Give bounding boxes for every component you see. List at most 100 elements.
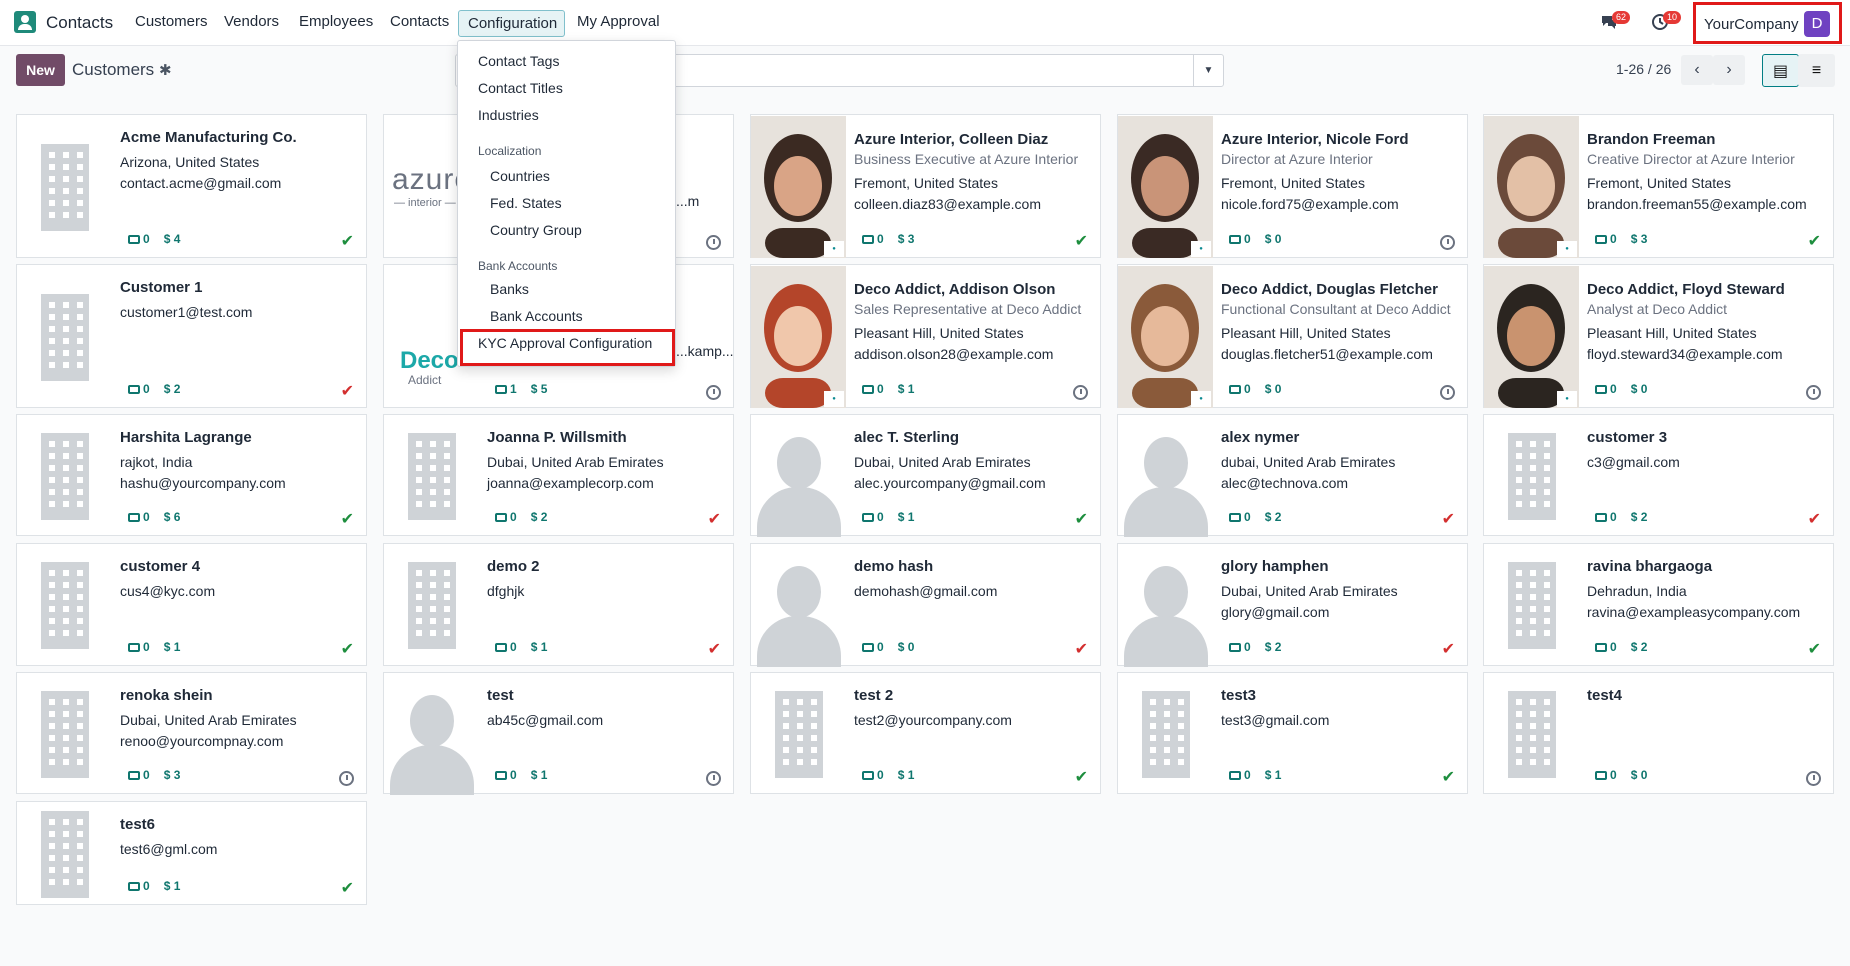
- rejected-check-icon[interactable]: ✔: [1808, 509, 1821, 529]
- contact-photo[interactable]: ●: [1484, 115, 1579, 259]
- contact-counters[interactable]: 0 $ 1: [862, 510, 914, 524]
- contact-name[interactable]: Deco Addict, Douglas Fletcher: [1221, 281, 1438, 298]
- contact-card[interactable]: test3 test3@gmail.com 0 $ 1 ✔: [1117, 672, 1468, 794]
- contact-counters[interactable]: 0 $ 1: [862, 768, 914, 782]
- menu-vendors[interactable]: Vendors: [224, 13, 279, 30]
- contact-card[interactable]: ● Brandon Freeman Creative Director at Azu…: [1483, 114, 1834, 258]
- contact-counters[interactable]: 0 $ 2: [1595, 510, 1647, 524]
- gear-icon[interactable]: ✱: [159, 61, 172, 79]
- contact-counters[interactable]: 0 $ 2: [495, 510, 547, 524]
- contact-photo[interactable]: ●: [1118, 265, 1213, 409]
- contact-counters[interactable]: 0 $ 0: [1595, 768, 1647, 782]
- contact-counters[interactable]: 0 $ 0: [1229, 232, 1281, 246]
- contact-counters[interactable]: 0 $ 0: [1229, 382, 1281, 396]
- contact-card[interactable]: test 2 test2@yourcompany.com 0 $ 1 ✔: [750, 672, 1101, 794]
- approved-check-icon[interactable]: ✔: [341, 878, 354, 898]
- contact-counters[interactable]: 0 $ 3: [128, 768, 180, 782]
- contact-counters[interactable]: 0 $ 2: [1595, 640, 1647, 654]
- approved-check-icon[interactable]: ✔: [341, 509, 354, 529]
- dropdown-banks[interactable]: Banks: [490, 281, 529, 297]
- contact-name[interactable]: Joanna P. Willsmith: [487, 429, 627, 446]
- rejected-check-icon[interactable]: ✔: [1442, 639, 1455, 659]
- contact-name[interactable]: test6: [120, 816, 155, 833]
- contact-name[interactable]: test4: [1587, 687, 1622, 704]
- rejected-check-icon[interactable]: ✔: [341, 381, 354, 401]
- contact-counters[interactable]: 0 $ 2: [128, 382, 180, 396]
- contact-card[interactable]: alec T. Sterling Dubai, United Arab Emira…: [750, 414, 1101, 537]
- contact-card[interactable]: demo hash demohash@gmail.com 0 $ 0 ✔: [750, 543, 1101, 667]
- dropdown-bank-accounts[interactable]: Bank Accounts: [490, 308, 583, 324]
- approved-check-icon[interactable]: ✔: [1075, 767, 1088, 787]
- new-button[interactable]: New: [16, 54, 65, 86]
- contact-name[interactable]: customer 3: [1587, 429, 1667, 446]
- contacts-app-icon[interactable]: [14, 11, 36, 33]
- approved-check-icon[interactable]: ✔: [1075, 509, 1088, 529]
- approved-check-icon[interactable]: ✔: [1808, 231, 1821, 251]
- dropdown-contact-titles[interactable]: Contact Titles: [478, 80, 563, 96]
- contact-name[interactable]: alec T. Sterling: [854, 429, 959, 446]
- contact-name[interactable]: Deco Addict, Addison Olson: [854, 281, 1055, 298]
- contact-counters[interactable]: 0 $ 1: [495, 768, 547, 782]
- approved-check-icon[interactable]: ✔: [341, 231, 354, 251]
- contact-card[interactable]: ● Deco Addict, Floyd Steward Analyst at De…: [1483, 264, 1834, 408]
- pending-clock-icon[interactable]: [1440, 385, 1455, 400]
- contact-name[interactable]: test3: [1221, 687, 1256, 704]
- contact-name[interactable]: Customer 1: [120, 279, 203, 296]
- menu-employees[interactable]: Employees: [299, 13, 373, 30]
- contact-counters[interactable]: 0 $ 4: [128, 232, 180, 246]
- contact-counters[interactable]: 0 $ 2: [1229, 640, 1281, 654]
- contact-name[interactable]: customer 4: [120, 558, 200, 575]
- contact-counters[interactable]: 0 $ 1: [128, 640, 180, 654]
- contact-counters[interactable]: 0 $ 1: [862, 382, 914, 396]
- contact-name[interactable]: Acme Manufacturing Co.: [120, 129, 297, 146]
- menu-contacts[interactable]: Contacts: [390, 13, 449, 30]
- contact-card[interactable]: customer 4 cus4@kyc.com 0 $ 1 ✔: [16, 543, 367, 666]
- contact-card[interactable]: test ab45c@gmail.com 0 $ 1: [383, 672, 734, 795]
- contact-card[interactable]: ● Azure Interior, Colleen Diaz Business Ex…: [750, 114, 1101, 258]
- pending-clock-icon[interactable]: [1806, 771, 1821, 786]
- contact-card[interactable]: test4 0 $ 0: [1483, 672, 1834, 794]
- contact-card[interactable]: ● Deco Addict, Douglas Fletcher Functional…: [1117, 264, 1468, 408]
- contact-photo[interactable]: ●: [1118, 115, 1213, 259]
- contact-counters[interactable]: 0 $ 0: [1595, 382, 1647, 396]
- contact-name[interactable]: demo 2: [487, 558, 540, 575]
- contact-name[interactable]: renoka shein: [120, 687, 213, 704]
- pending-clock-icon[interactable]: [706, 771, 721, 786]
- dropdown-country-group[interactable]: Country Group: [490, 222, 582, 238]
- contact-card[interactable]: Joanna P. Willsmith Dubai, United Arab Em…: [383, 414, 734, 536]
- contact-card[interactable]: ● Deco Addict, Addison Olson Sales Represe…: [750, 264, 1101, 408]
- dropdown-contact-tags[interactable]: Contact Tags: [478, 53, 559, 69]
- approved-check-icon[interactable]: ✔: [1075, 231, 1088, 251]
- contact-counters[interactable]: 0 $ 3: [862, 232, 914, 246]
- contact-card[interactable]: customer 3 c3@gmail.com 0 $ 2 ✔: [1483, 414, 1834, 536]
- dropdown-kyc-approval-configuration[interactable]: KYC Approval Configuration: [478, 335, 652, 351]
- contact-card[interactable]: ● Azure Interior, Nicole Ford Director at …: [1117, 114, 1468, 258]
- pending-clock-icon[interactable]: [1073, 385, 1088, 400]
- app-name[interactable]: Contacts: [46, 13, 113, 33]
- pager-previous-button[interactable]: ‹: [1681, 55, 1713, 85]
- contact-card[interactable]: demo 2 dfghjk 0 $ 1 ✔: [383, 543, 734, 666]
- dropdown-industries[interactable]: Industries: [478, 107, 539, 123]
- contact-name[interactable]: demo hash: [854, 558, 933, 575]
- menu-configuration[interactable]: Configuration: [458, 10, 565, 37]
- contact-name[interactable]: test 2: [854, 687, 893, 704]
- contact-counters[interactable]: 0 $ 1: [495, 640, 547, 654]
- contact-name[interactable]: glory hamphen: [1221, 558, 1329, 575]
- approved-check-icon[interactable]: ✔: [1808, 639, 1821, 659]
- company-name[interactable]: YourCompany: [1704, 16, 1799, 33]
- contact-counters[interactable]: 0 $ 3: [1595, 232, 1647, 246]
- contact-counters[interactable]: 0 $ 1: [128, 879, 180, 893]
- contact-name[interactable]: Azure Interior, Colleen Diaz: [854, 131, 1048, 148]
- pager-next-button[interactable]: ›: [1713, 55, 1745, 85]
- contact-name[interactable]: Deco Addict, Floyd Steward: [1587, 281, 1785, 298]
- dropdown-countries[interactable]: Countries: [490, 168, 550, 184]
- pending-clock-icon[interactable]: [1806, 385, 1821, 400]
- contact-name[interactable]: test: [487, 687, 514, 704]
- contact-counters[interactable]: 0 $ 0: [862, 640, 914, 654]
- contact-name[interactable]: Harshita Lagrange: [120, 429, 252, 446]
- menu-customers[interactable]: Customers: [135, 13, 208, 30]
- contact-counters[interactable]: 1 $ 5: [495, 382, 547, 396]
- contact-name[interactable]: Azure Interior, Nicole Ford: [1221, 131, 1409, 148]
- contact-card[interactable]: Customer 1 customer1@test.com 0 $ 2 ✔: [16, 264, 367, 408]
- contact-card[interactable]: ravina bhargaoga Dehradun, India ravina@ex…: [1483, 543, 1834, 666]
